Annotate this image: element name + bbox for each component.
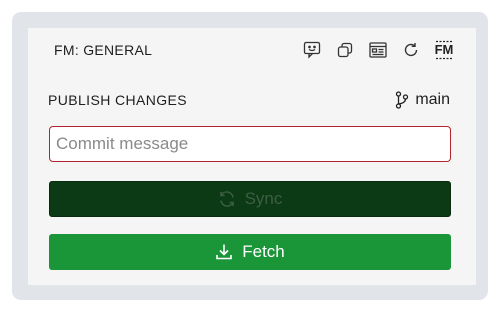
panel-title: FM: GENERAL [54,42,153,58]
feedback-icon[interactable] [302,40,322,60]
refresh-icon[interactable] [401,40,421,60]
branch-name: main [415,91,450,108]
header-toolbar: FM [289,40,454,60]
branch-indicator[interactable]: main [395,91,450,109]
sync-label: Sync [244,189,283,208]
section-title: PUBLISH CHANGES [48,92,188,108]
copy-icon[interactable] [335,40,355,60]
dashboard-icon[interactable] [368,40,388,60]
publish-section-header: PUBLISH CHANGES main [28,88,476,112]
fetch-label: Fetch [242,242,285,261]
git-branch-icon [396,91,409,109]
sync-button[interactable]: Sync [49,181,451,217]
sync-icon [219,191,234,207]
panel-header: FM: GENERAL FM [28,28,476,72]
git-panel: FM: GENERAL FM PUBLISH CHANGES main Comm… [28,28,476,285]
commit-message-input[interactable] [49,126,451,162]
fm-logo-icon[interactable]: FM [434,40,454,60]
download-icon [216,244,233,260]
fetch-button[interactable]: Fetch [49,234,451,270]
fm-logo-text: FM [435,42,454,57]
